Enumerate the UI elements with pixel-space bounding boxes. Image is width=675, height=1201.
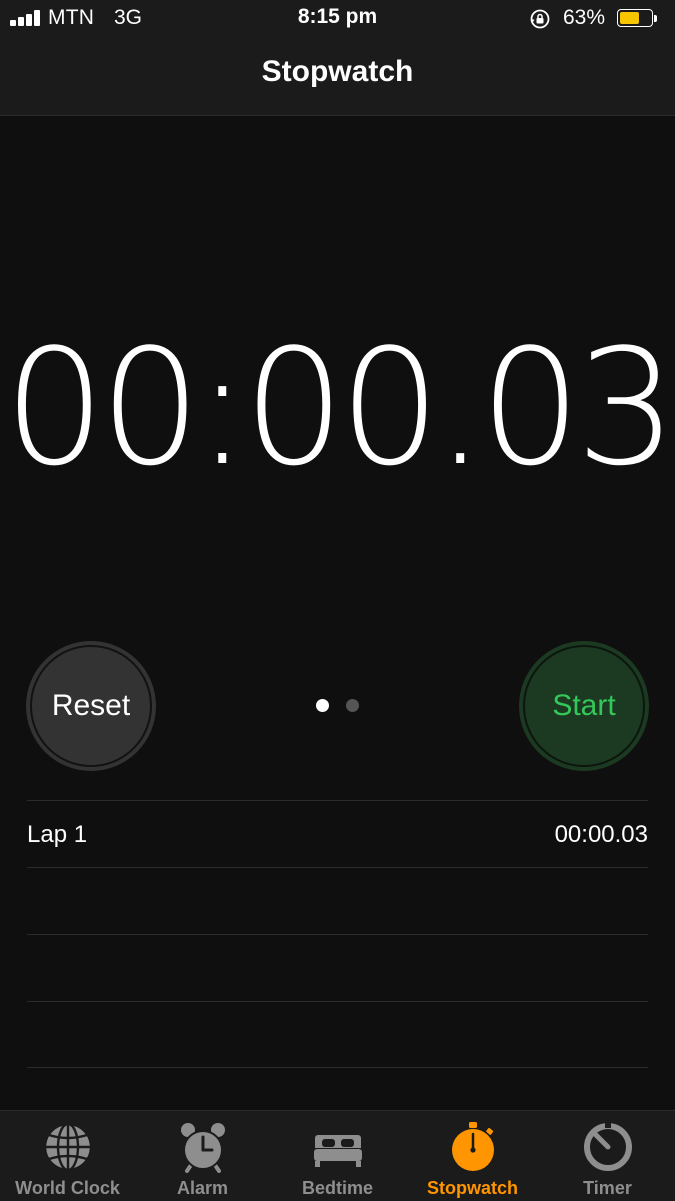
lap-row [27,1001,648,1068]
status-bar: MTN 3G 8:15 pm 63% [0,0,675,38]
start-button-label: Start [523,645,645,767]
tab-label: World Clock [15,1178,120,1198]
page-indicator[interactable] [316,699,360,713]
top-bar: MTN 3G 8:15 pm 63% Stopwatch [0,0,675,116]
globe-icon [43,1122,92,1172]
timer-icon [583,1123,632,1171]
page-title: Stopwatch [261,55,414,88]
laps-list[interactable]: Lap 1 00:00.03 [27,800,648,1068]
tab-alarm[interactable]: Alarm [135,1111,270,1201]
lap-row [27,934,648,1001]
tab-label: Timer [583,1178,632,1198]
battery-percentage: 63% [563,6,606,29]
lap-time: 00:00.03 [554,821,648,848]
tab-timer[interactable]: Timer [540,1111,675,1201]
tab-label: Stopwatch [426,1178,518,1198]
reset-button[interactable]: Reset [26,641,156,771]
stopwatch-icon [451,1122,494,1171]
lap-row: Lap 1 00:00.03 [27,800,648,867]
lap-row [27,867,648,934]
start-button[interactable]: Start [519,641,649,771]
page-dot [346,699,359,712]
tab-bedtime[interactable]: Bedtime [270,1111,405,1201]
tab-stopwatch[interactable]: Stopwatch [405,1111,540,1201]
tab-bar: World Clock Alarm Bedtime Stopwatch Time… [0,1110,675,1201]
alarm-clock-icon [180,1123,225,1173]
tab-label: Bedtime [301,1178,373,1198]
stopwatch-display: 00:00.03 [3,314,675,501]
tab-label: Alarm [176,1178,229,1198]
orientation-lock-icon [530,9,550,29]
bed-icon [313,1135,362,1167]
reset-button-label: Reset [30,645,152,767]
battery-icon [617,9,657,29]
tab-world-clock[interactable]: World Clock [0,1111,135,1201]
stopwatch-screen: MTN 3G 8:15 pm 63% Stopwatch 00:00.03 Re… [0,0,675,1201]
page-dot-active [316,699,329,712]
lap-label: Lap 1 [27,821,88,848]
